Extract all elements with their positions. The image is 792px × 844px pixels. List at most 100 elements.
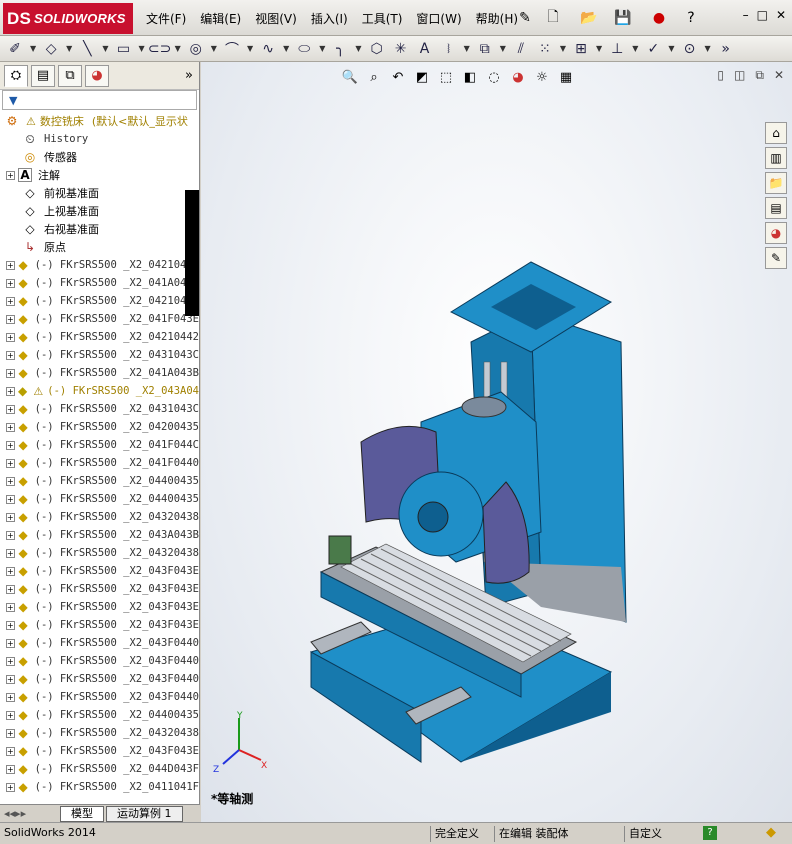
- expand-toggle[interactable]: +: [6, 674, 15, 684]
- tree-item-component[interactable]: + ◆ ⚠ (-) FKrSRS500 _X2_043A04: [0, 382, 199, 400]
- tree-item-component[interactable]: + ◆ (-) FKrSRS500 _X2_043F043E: [0, 562, 199, 580]
- tab-model[interactable]: 模型: [60, 805, 104, 822]
- config-manager-tab[interactable]: ⧉: [58, 64, 82, 87]
- expand-toggle[interactable]: +: [6, 692, 15, 702]
- expand-toggle[interactable]: +: [6, 782, 15, 792]
- tree-item-component[interactable]: + ◆ (-) FKrSRS500 _X2_04400435: [0, 706, 199, 724]
- filter-field[interactable]: ▼: [2, 90, 197, 110]
- expand-toggle[interactable]: +: [6, 566, 15, 576]
- expand-toggle[interactable]: +: [6, 314, 15, 324]
- menu-file[interactable]: 文件(F): [146, 10, 186, 27]
- expand-panel-icon[interactable]: »: [185, 68, 193, 83]
- text-icon[interactable]: A: [416, 40, 434, 58]
- expand-toggle[interactable]: +: [6, 296, 15, 306]
- expand-toggle[interactable]: +: [6, 368, 15, 378]
- expand-toggle[interactable]: +: [6, 494, 15, 504]
- status-custom[interactable]: 自定义: [624, 826, 662, 842]
- tree-item-component[interactable]: + ◆ (-) FKrSRS500 _X2_04200435: [0, 418, 199, 436]
- tree-item-component[interactable]: + ◆ (-) FKrSRS500 _X2_04210442: [0, 292, 199, 310]
- expand-toggle[interactable]: +: [6, 404, 15, 414]
- tree-item-component[interactable]: + ◆ (-) FKrSRS500 _X2_04210442: [0, 256, 199, 274]
- menu-edit[interactable]: 编辑(E): [200, 10, 241, 27]
- menu-help[interactable]: 帮助(H): [476, 10, 518, 27]
- expand-toggle[interactable]: +: [6, 386, 15, 396]
- expand-icon[interactable]: »: [717, 40, 735, 58]
- machine-model[interactable]: [201, 62, 792, 822]
- status-help-icon[interactable]: ?: [703, 826, 717, 840]
- tree-item-component[interactable]: + ◆ (-) FKrSRS500 _X2_043F0440: [0, 652, 199, 670]
- tree-item-front-plane[interactable]: ◇ 前视基准面: [0, 184, 199, 202]
- expand-toggle[interactable]: +: [6, 710, 15, 720]
- circle-icon[interactable]: ◎: [187, 40, 205, 58]
- tree-item-component[interactable]: + ◆ (-) FKrSRS500 _X2_04210442: [0, 328, 199, 346]
- help-icon[interactable]: ?: [682, 9, 700, 27]
- tree-item-component[interactable]: + ◆ (-) FKrSRS500 _X2_04320438: [0, 724, 199, 742]
- tree-item-component[interactable]: + ◆ (-) FKrSRS500 _X2_041F044C: [0, 436, 199, 454]
- fillet-icon[interactable]: ╮: [331, 40, 349, 58]
- tree-item-history[interactable]: ⏲ History: [0, 130, 199, 148]
- expand-toggle[interactable]: +: [6, 350, 15, 360]
- tree-item-component[interactable]: + ◆ (-) FKrSRS500 _X2_043F043E: [0, 598, 199, 616]
- polygon-icon[interactable]: ⬡: [368, 40, 386, 58]
- expand-toggle[interactable]: +: [6, 170, 15, 180]
- tree-item-component[interactable]: + ◆ (-) FKrSRS500 _X2_0431043C: [0, 346, 199, 364]
- expand-toggle[interactable]: +: [6, 638, 15, 648]
- expand-toggle[interactable]: +: [6, 548, 15, 558]
- restore-button[interactable]: □: [757, 8, 768, 22]
- expand-toggle[interactable]: +: [6, 512, 15, 522]
- tree-item-component[interactable]: + ◆ (-) FKrSRS500 _X2_043F043E: [0, 616, 199, 634]
- menu-window[interactable]: 窗口(W): [416, 10, 461, 27]
- expand-toggle[interactable]: +: [6, 260, 15, 270]
- arc-icon[interactable]: ⌒: [223, 40, 241, 58]
- tree-scrollbar[interactable]: [185, 190, 199, 316]
- expand-toggle[interactable]: +: [6, 656, 15, 666]
- tree-item-component[interactable]: + ◆ (-) FKrSRS500 _X2_04320438: [0, 508, 199, 526]
- tree-item-component[interactable]: + ◆ (-) FKrSRS500 _X2_043F043E: [0, 742, 199, 760]
- expand-toggle[interactable]: +: [6, 602, 15, 612]
- tree-item-component[interactable]: + ◆ (-) FKrSRS500 _X2_043F0440: [0, 634, 199, 652]
- expand-toggle[interactable]: +: [6, 530, 15, 540]
- save-icon[interactable]: 💾: [614, 9, 632, 27]
- tree-item-component[interactable]: + ◆ (-) FKrSRS500 _X2_043F0440: [0, 688, 199, 706]
- tab-scroll-arrows[interactable]: ◂◂▸▸: [0, 807, 60, 820]
- tree-item-right-plane[interactable]: ◇ 右视基准面: [0, 220, 199, 238]
- tree-item-origin[interactable]: ↳ 原点: [0, 238, 199, 256]
- menu-insert[interactable]: 插入(I): [311, 10, 348, 27]
- spline-icon[interactable]: ∿: [259, 40, 277, 58]
- smart-dimension-icon[interactable]: ◇: [42, 40, 60, 58]
- quick-snap-icon[interactable]: ⊙: [681, 40, 699, 58]
- graphics-area[interactable]: 🔍 ⌕ ↶ ◩ ⬚ ◧ ◌ ◕ ☼ ▦ ▯ ◫ ⧉ ✕ ⌂ ▥ 📁 ▤ ◕ ✎: [201, 62, 792, 822]
- line-icon[interactable]: ╲: [78, 40, 96, 58]
- trim-icon[interactable]: ⧘: [440, 40, 458, 58]
- pin-icon[interactable]: ✎: [516, 9, 534, 27]
- close-button[interactable]: ✕: [776, 8, 786, 22]
- minimize-button[interactable]: –: [743, 8, 749, 22]
- move-icon[interactable]: ⊞: [572, 40, 590, 58]
- new-document-icon[interactable]: 🗋: [544, 9, 562, 27]
- expand-toggle[interactable]: +: [6, 476, 15, 486]
- expand-toggle[interactable]: +: [6, 728, 15, 738]
- expand-toggle[interactable]: +: [6, 458, 15, 468]
- expand-toggle[interactable]: +: [6, 278, 15, 288]
- rebuild-icon[interactable]: ●: [650, 9, 668, 27]
- property-manager-tab[interactable]: ▤: [31, 64, 55, 87]
- tree-item-component[interactable]: + ◆ (-) FKrSRS500 _X2_044D043F: [0, 760, 199, 778]
- menu-tools[interactable]: 工具(T): [362, 10, 403, 27]
- point-icon[interactable]: ✳: [392, 40, 410, 58]
- tree-item-component[interactable]: + ◆ (-) FKrSRS500 _X2_04400435: [0, 490, 199, 508]
- appearance-manager-tab[interactable]: ◕: [85, 64, 109, 87]
- ellipse-icon[interactable]: ⬭: [295, 40, 313, 58]
- tree-root[interactable]: ⚙ ⚠ 数控铣床 (默认<默认_显示状: [0, 112, 199, 130]
- expand-toggle[interactable]: +: [6, 764, 15, 774]
- tree-item-component[interactable]: + ◆ (-) FKrSRS500 _X2_041F0440: [0, 454, 199, 472]
- relations-icon[interactable]: ⊥: [608, 40, 626, 58]
- expand-toggle[interactable]: +: [6, 422, 15, 432]
- sketch-icon[interactable]: ✐: [6, 40, 24, 58]
- open-icon[interactable]: 📂: [580, 9, 598, 27]
- expand-toggle[interactable]: +: [6, 332, 15, 342]
- pattern-icon[interactable]: ⁙: [536, 40, 554, 58]
- menu-view[interactable]: 视图(V): [255, 10, 297, 27]
- feature-manager-tab[interactable]: ⛭: [4, 64, 28, 87]
- expand-toggle[interactable]: +: [6, 746, 15, 756]
- expand-toggle[interactable]: +: [6, 584, 15, 594]
